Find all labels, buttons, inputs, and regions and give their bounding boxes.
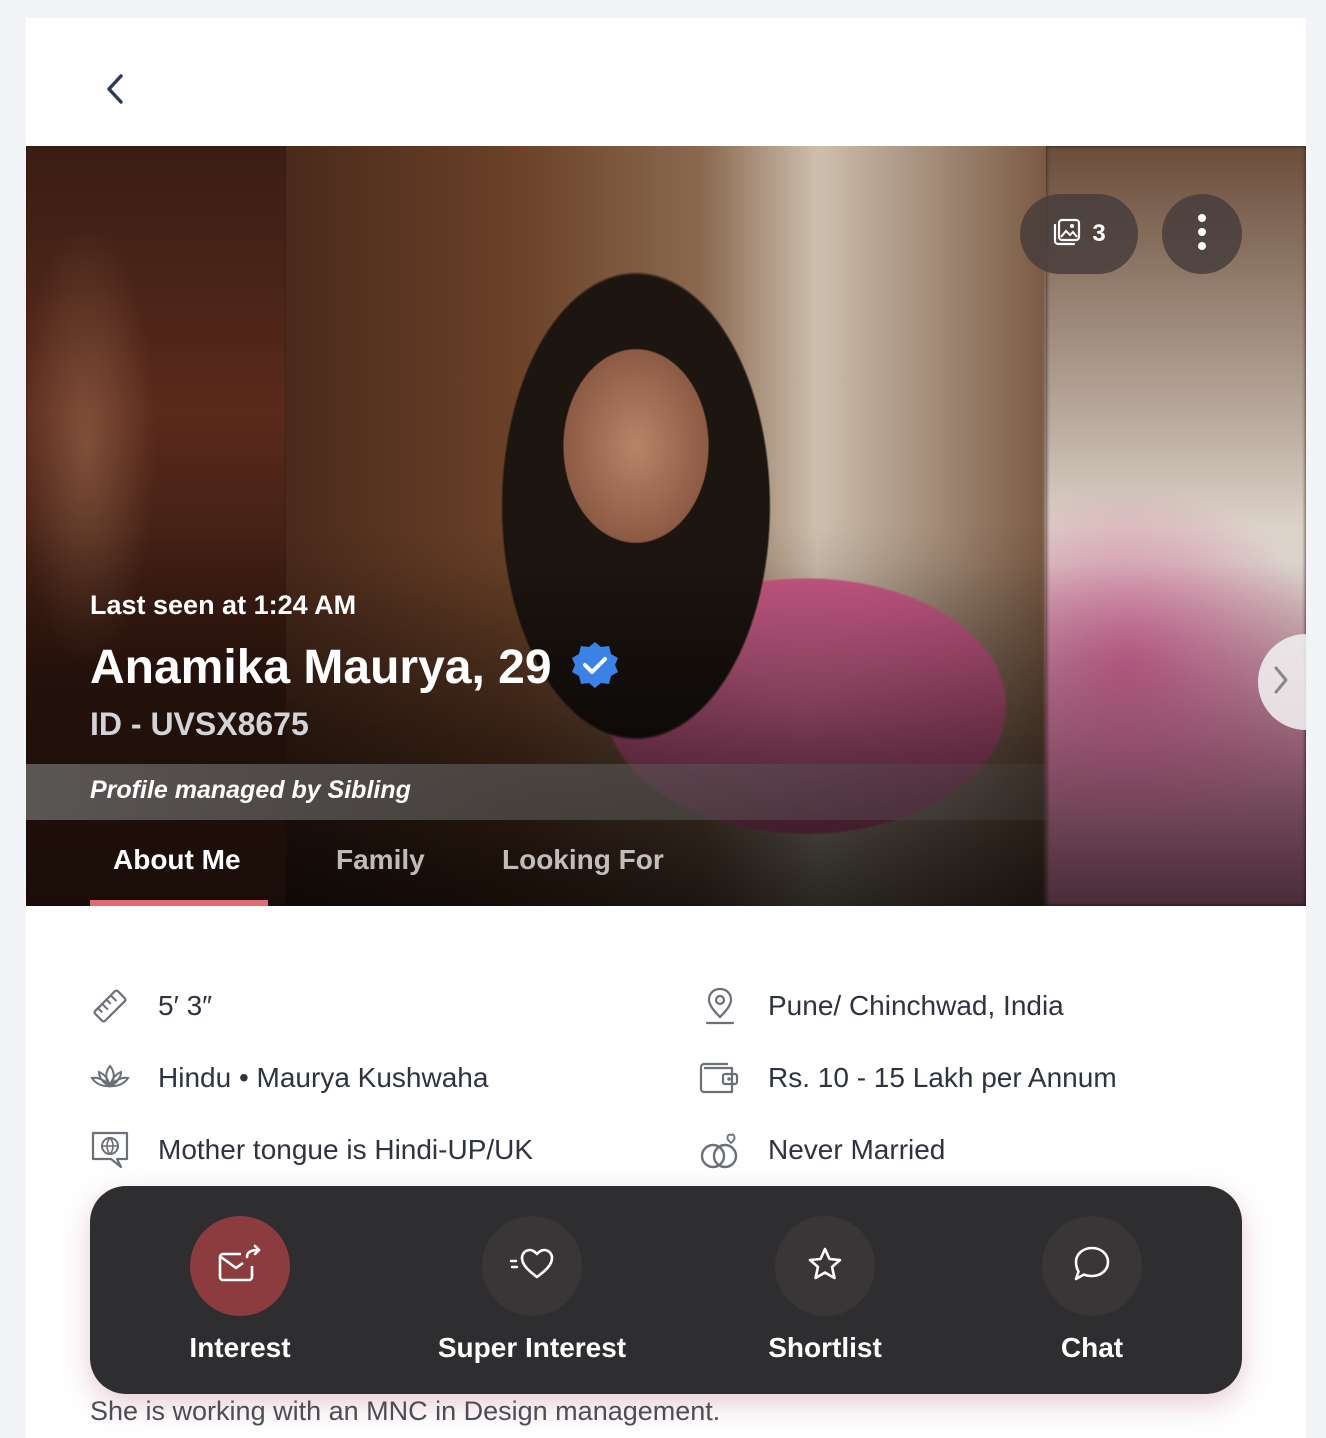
interest-circle (190, 1216, 290, 1316)
shortlist-button[interactable]: Shortlist (705, 1216, 945, 1364)
height-value: 5′ 3″ (158, 990, 213, 1021)
marital-status-value: Never Married (768, 1134, 946, 1165)
photo-carousel[interactable]: 3 Last seen at 1:24 AM Anamika Maurya, 2… (26, 146, 1306, 906)
language-icon (86, 1126, 134, 1174)
name-row: Anamika Maurya, 29 (90, 640, 620, 695)
income-value: Rs. 10 - 15 Lakh per Annum (768, 1062, 1117, 1093)
wallet-icon (696, 1054, 744, 1102)
profile-card: 3 Last seen at 1:24 AM Anamika Maurya, 2… (26, 18, 1306, 1438)
tab-about-me[interactable]: About Me (90, 836, 336, 906)
interest-button[interactable]: Interest (120, 1216, 360, 1364)
profile-id: ID - UVSX8675 (90, 706, 309, 742)
managed-by-text: Profile managed by Sibling (90, 776, 411, 804)
shortlist-circle (775, 1216, 875, 1316)
profile-tabs: About Me Family Looking For (90, 836, 722, 906)
detail-religion: Hindu • Maurya Kushwaha (86, 1054, 488, 1102)
last-seen-status: Last seen at 1:24 AM (90, 590, 357, 620)
chat-bubble-icon (1072, 1244, 1112, 1289)
detail-height: 5′ 3″ (86, 982, 212, 1030)
lotus-icon (86, 1054, 134, 1102)
top-bar (26, 18, 1306, 146)
super-interest-button[interactable]: Super Interest (412, 1216, 652, 1364)
location-pin-icon (696, 982, 744, 1030)
location-value: Pune/ Chinchwad, India (768, 990, 1064, 1021)
chevron-right-icon (1272, 665, 1290, 700)
interest-label: Interest (189, 1332, 291, 1363)
religion-value: Hindu • Maurya Kushwaha (158, 1062, 489, 1093)
more-options-button[interactable] (1162, 194, 1242, 274)
mother-tongue-value: Mother tongue is Hindi-UP/UK (158, 1134, 534, 1165)
detail-location: Pune/ Chinchwad, India (696, 982, 1064, 1030)
image-gallery-icon (1052, 217, 1082, 252)
managed-by-banner: Profile managed by Sibling (26, 764, 1046, 820)
tab-family[interactable]: Family (336, 836, 502, 906)
verified-badge-icon (570, 640, 620, 695)
chat-button[interactable]: Chat (972, 1216, 1212, 1364)
detail-income: Rs. 10 - 15 Lakh per Annum (696, 1054, 1117, 1102)
photo-count: 3 (1092, 220, 1106, 247)
tab-looking-for[interactable]: Looking For (502, 836, 722, 906)
photo-gallery-button[interactable]: 3 (1020, 194, 1138, 274)
profile-name: Anamika Maurya, 29 (90, 641, 552, 694)
detail-marital-status: Never Married (696, 1126, 945, 1174)
chat-label: Chat (1060, 1332, 1124, 1363)
shortlist-label: Shortlist (768, 1332, 882, 1363)
detail-mother-tongue: Mother tongue is Hindi-UP/UK (86, 1126, 533, 1174)
ruler-icon (86, 982, 134, 1030)
super-interest-circle (482, 1216, 582, 1316)
action-bar: Interest Super Interest Shortlist Chat (90, 1186, 1242, 1394)
about-me-text: She is working with an MNC in Design man… (90, 1396, 721, 1426)
chat-circle (1042, 1216, 1142, 1316)
rings-icon (696, 1126, 744, 1174)
star-icon (807, 1246, 843, 1287)
back-button[interactable] (88, 64, 142, 118)
send-mail-icon (217, 1244, 263, 1289)
super-interest-label: Super Interest (437, 1332, 627, 1363)
chevron-left-icon (103, 73, 127, 110)
kebab-menu-icon (1196, 212, 1208, 257)
heart-icon (509, 1246, 555, 1287)
